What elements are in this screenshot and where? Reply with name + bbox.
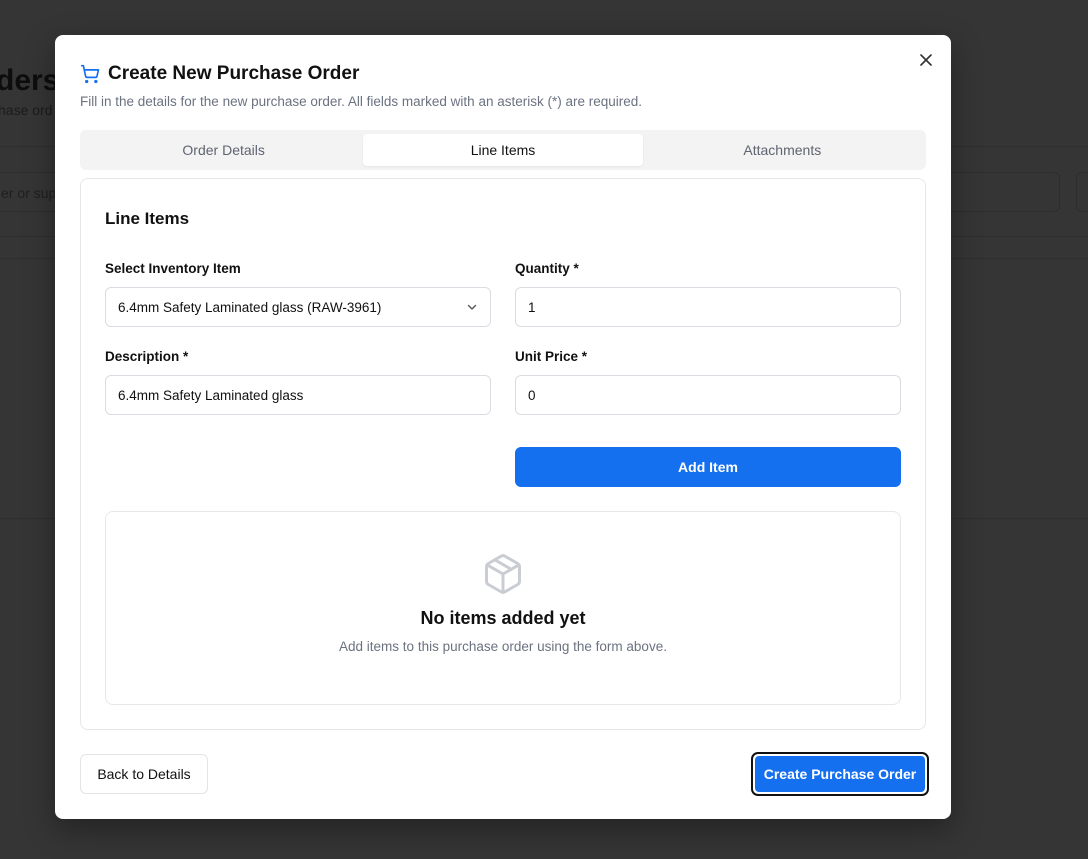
create-purchase-order-label: Create Purchase Order bbox=[755, 756, 925, 792]
empty-state-description: Add items to this purchase order using t… bbox=[339, 639, 667, 654]
add-item-button[interactable]: Add Item bbox=[515, 447, 901, 487]
tab-line-items[interactable]: Line Items bbox=[363, 134, 643, 166]
unit-price-label: Unit Price * bbox=[515, 349, 588, 364]
chevron-down-icon bbox=[467, 304, 477, 310]
package-icon bbox=[485, 554, 521, 594]
dialog-title: Create New Purchase Order bbox=[108, 63, 360, 84]
background-page-subtitle: hase ord bbox=[0, 102, 53, 118]
background-page-title: ders bbox=[0, 64, 60, 97]
description-label: Description * bbox=[105, 349, 189, 364]
tab-list: Order Details Line Items Attachments bbox=[80, 130, 926, 170]
shopping-cart-icon bbox=[80, 64, 100, 84]
description-input[interactable]: 6.4mm Safety Laminated glass bbox=[105, 375, 491, 415]
create-purchase-order-dialog: Create New Purchase Order Fill in the de… bbox=[55, 35, 951, 819]
dialog-header: Create New Purchase Order Fill in the de… bbox=[80, 63, 911, 109]
quantity-label: Quantity * bbox=[515, 261, 579, 276]
background-filter-button bbox=[1076, 172, 1088, 212]
close-button[interactable] bbox=[917, 51, 935, 69]
tab-order-details[interactable]: Order Details bbox=[84, 134, 363, 166]
line-items-heading: Line Items bbox=[105, 209, 190, 228]
dialog-description: Fill in the details for the new purchase… bbox=[80, 94, 643, 109]
inventory-item-value: 6.4mm Safety Laminated glass (RAW-3961) bbox=[118, 299, 382, 315]
tab-attachments[interactable]: Attachments bbox=[643, 134, 922, 166]
empty-state: No items added yet Add items to this pur… bbox=[105, 511, 901, 705]
inventory-item-select[interactable]: 6.4mm Safety Laminated glass (RAW-3961) bbox=[105, 287, 491, 327]
inventory-item-label: Select Inventory Item bbox=[105, 261, 241, 276]
quantity-input[interactable]: 1 bbox=[515, 287, 901, 327]
unit-price-input[interactable]: 0 bbox=[515, 375, 901, 415]
close-icon bbox=[920, 54, 932, 66]
empty-state-title: No items added yet bbox=[420, 608, 586, 628]
back-to-details-button[interactable]: Back to Details bbox=[80, 754, 208, 794]
line-items-card: Line Items Select Inventory Item 6.4mm S… bbox=[80, 178, 926, 730]
create-purchase-order-button[interactable]: Create Purchase Order bbox=[751, 752, 929, 796]
